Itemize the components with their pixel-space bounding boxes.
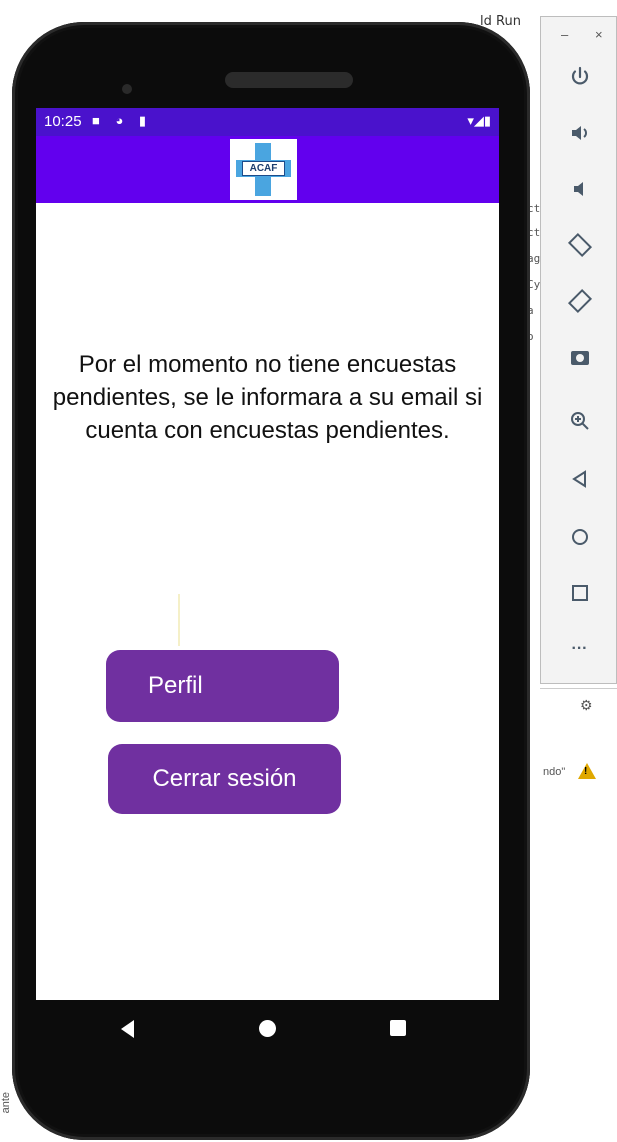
- minimize-button[interactable]: –: [561, 27, 568, 42]
- back-icon[interactable]: [541, 459, 617, 499]
- more-icon[interactable]: ···: [541, 629, 617, 669]
- home-icon[interactable]: [541, 517, 617, 557]
- signal-battery-icons: ▾◢▮: [467, 113, 491, 128]
- volume-down-icon[interactable]: [541, 169, 617, 209]
- ide-divider: [540, 688, 617, 689]
- run-menu[interactable]: Run: [496, 14, 521, 29]
- app-bar: ACAF: [36, 136, 499, 203]
- volume-up-icon[interactable]: [541, 113, 617, 153]
- logo-text: ACAF: [242, 161, 285, 176]
- status-bar: 10:25 ■ ◕ ▮ ▾◢▮: [36, 108, 499, 136]
- camera-icon[interactable]: [541, 337, 617, 377]
- divider: [178, 594, 180, 646]
- notification-icons: ■ ◕ ▮: [92, 113, 153, 128]
- nav-recents-icon[interactable]: [390, 1020, 406, 1036]
- ide-warning-label: ndo": [543, 766, 566, 778]
- phone-screen: 10:25 ■ ◕ ▮ ▾◢▮ ACAF Por el momento no t…: [36, 108, 499, 1000]
- rotate-left-icon[interactable]: [541, 225, 617, 265]
- profile-button[interactable]: Perfil: [106, 650, 339, 722]
- rotate-right-icon[interactable]: [541, 281, 617, 321]
- nav-back-icon[interactable]: [121, 1020, 134, 1038]
- no-surveys-message: Por el momento no tiene encuestas pendie…: [52, 351, 483, 444]
- warning-icon[interactable]: !: [578, 763, 596, 779]
- overview-icon[interactable]: [541, 573, 617, 613]
- zoom-icon[interactable]: [541, 401, 617, 441]
- speaker-grille: [225, 72, 353, 88]
- ide-vertical-label: ante: [0, 1092, 12, 1114]
- logout-button[interactable]: Cerrar sesión: [108, 744, 341, 814]
- nav-home-icon[interactable]: [259, 1020, 276, 1037]
- system-nav-bar: [36, 1000, 499, 1072]
- power-icon[interactable]: [541, 57, 617, 97]
- phone-frame: 10:25 ■ ◕ ▮ ▾◢▮ ACAF Por el momento no t…: [12, 22, 530, 1140]
- close-button[interactable]: ×: [595, 27, 603, 42]
- emulator-toolbar: – × ···: [540, 16, 617, 684]
- status-time: 10:25: [44, 113, 82, 130]
- acaf-logo: ACAF: [230, 139, 297, 200]
- camera-lens: [122, 84, 132, 94]
- gear-icon[interactable]: ⚙: [580, 697, 593, 714]
